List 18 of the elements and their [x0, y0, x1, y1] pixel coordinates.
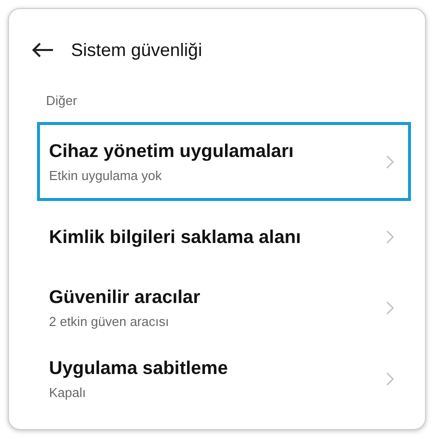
section-header: Diğer — [45, 92, 78, 110]
item-subtitle: Kapalı — [49, 385, 87, 400]
back-icon[interactable] — [32, 42, 54, 58]
item-title: Güvenilir aracılar — [49, 286, 200, 308]
item-subtitle: Etkin uygulama yok — [49, 168, 163, 183]
chevron-icon — [386, 230, 394, 244]
item-title: Uygulama sabitleme — [49, 357, 228, 379]
settings-item[interactable]: Güvenilir aracılar 2 etkin güven aracısı — [37, 272, 411, 343]
item-subtitle: 2 etkin güven aracısı — [49, 314, 170, 329]
screen-title: Sistem güvenliği — [71, 40, 202, 60]
item-title: Kimlik bilgileri saklama alanı — [49, 226, 301, 248]
item-title: Cihaz yönetim uygulamaları — [49, 140, 294, 162]
settings-item[interactable]: Kimlik bilgileri saklama alanı — [37, 201, 411, 272]
chevron-icon — [386, 372, 394, 386]
chevron-icon — [386, 154, 394, 168]
chevron-icon — [386, 300, 394, 314]
settings-item[interactable]: Uygulama sabitleme Kapalı — [37, 343, 411, 414]
settings-item[interactable]: Cihaz yönetim uygulamaları Etkin uygulama yok — [37, 122, 411, 201]
